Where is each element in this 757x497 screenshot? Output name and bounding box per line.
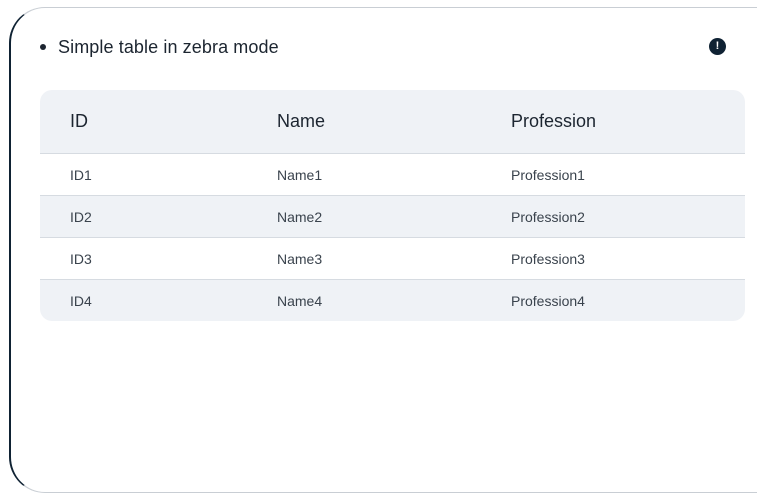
section-heading-row: Simple table in zebra mode <box>31 28 731 66</box>
cell-id: ID1 <box>70 166 92 183</box>
cell-profession: Profession2 <box>511 208 585 225</box>
info-icon[interactable]: ! <box>709 38 726 55</box>
cell-name: Name4 <box>277 292 323 309</box>
column-header-profession[interactable]: Profession <box>511 111 596 132</box>
cell-id: ID4 <box>70 292 92 309</box>
column-header-id[interactable]: ID <box>70 111 88 132</box>
column-header-name[interactable]: Name <box>277 111 325 132</box>
cell-profession: Profession3 <box>511 250 585 267</box>
table-row[interactable]: ID4 Name4 Profession4 <box>40 280 745 321</box>
cell-id: ID2 <box>70 208 92 225</box>
cell-name: Name1 <box>277 166 323 183</box>
table-row[interactable]: ID1 Name1 Profession1 <box>40 154 745 196</box>
zebra-table: ID Name Profession ID1 Name1 Profession1… <box>40 90 745 321</box>
table-row[interactable]: ID2 Name2 Profession2 <box>40 196 745 238</box>
cell-profession: Profession1 <box>511 166 585 183</box>
cell-name: Name2 <box>277 208 323 225</box>
bullet-icon <box>40 44 46 50</box>
cell-id: ID3 <box>70 250 92 267</box>
cell-name: Name3 <box>277 250 323 267</box>
table-header: ID Name Profession <box>40 90 745 154</box>
table-row[interactable]: ID3 Name3 Profession3 <box>40 238 745 280</box>
cell-profession: Profession4 <box>511 292 585 309</box>
section-title: Simple table in zebra mode <box>58 36 279 57</box>
